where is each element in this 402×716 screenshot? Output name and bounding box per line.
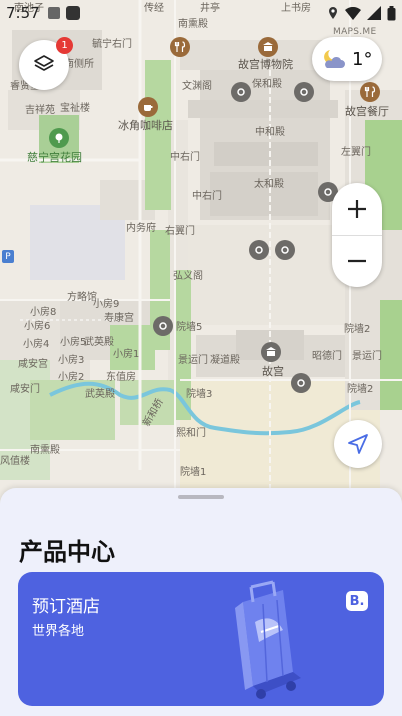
cafe-icon[interactable] — [138, 97, 158, 117]
map-label: 右翼门 — [165, 226, 195, 237]
museum-icon[interactable] — [261, 342, 281, 362]
map-label: 风值楼 — [0, 456, 30, 467]
moon-cloud-icon — [324, 50, 345, 68]
map-label: 慈宁宫花园 — [27, 151, 82, 164]
battery-icon — [387, 5, 396, 20]
map-label: 左翼门 — [341, 147, 371, 158]
map-label: 凝道殿 — [210, 355, 240, 366]
map-label: 小房5 — [60, 337, 87, 348]
map-label: 武英殿 — [84, 337, 114, 348]
place-marker-icon[interactable] — [294, 82, 314, 102]
map-attribution: MAPS.ME — [333, 27, 377, 37]
map-label: 小房3 — [58, 355, 85, 366]
map-label: 寿康宫 — [104, 313, 134, 324]
layers-button[interactable]: 1 — [19, 37, 73, 90]
status-bar: 7:57 — [0, 0, 402, 26]
map-label: 小房1 — [113, 349, 140, 360]
map-label: 冰角咖啡店 — [118, 119, 173, 132]
map-label: 太和殿 — [254, 179, 284, 190]
map-label: 小房6 — [24, 321, 51, 332]
layers-badge: 1 — [56, 37, 73, 54]
map-label: 故宫餐厅 — [345, 105, 389, 118]
map-label: 景运门 — [178, 355, 208, 366]
booking-logo-icon: B. — [346, 591, 368, 611]
map-label: 内务府 — [126, 223, 156, 234]
map-label: 中右门 — [192, 191, 222, 202]
navigation-arrow-icon — [348, 434, 368, 454]
signal-icon — [367, 6, 381, 20]
location-icon — [329, 7, 337, 19]
map-label: 保和殿 — [252, 79, 282, 90]
map-label: 院墙5 — [176, 322, 203, 333]
map-label: 吉祥苑 — [25, 105, 55, 116]
restaurant-icon[interactable] — [360, 82, 380, 102]
place-marker-icon[interactable] — [153, 316, 173, 336]
status-time: 7:57 — [6, 4, 40, 22]
restaurant-icon[interactable] — [170, 37, 190, 57]
plus-icon — [348, 200, 366, 218]
place-marker-icon[interactable] — [291, 373, 311, 393]
weather-widget[interactable]: 1° — [312, 37, 382, 81]
zoom-divider — [332, 235, 382, 236]
card-title: 预订酒店 — [32, 597, 100, 617]
my-location-button[interactable] — [334, 420, 382, 468]
zoom-out-button[interactable] — [332, 235, 382, 287]
map-label: 小房2 — [58, 372, 85, 383]
map-label: 咸安宫 — [18, 359, 48, 370]
map-label: 故宫 — [262, 365, 284, 378]
map-label: 院墙2 — [344, 324, 371, 335]
bottom-sheet: 产品中心 预订酒店 世界各地 B. — [0, 488, 402, 716]
card-subtitle: 世界各地 — [32, 624, 85, 639]
app-notification-icon — [65, 6, 80, 20]
minus-icon — [348, 259, 366, 263]
place-marker-icon[interactable] — [231, 82, 251, 102]
zoom-in-button[interactable] — [332, 183, 382, 235]
sheet-drag-handle[interactable] — [178, 495, 224, 499]
map-label: 毓宁右门 — [92, 39, 132, 50]
wifi-icon — [345, 6, 361, 20]
map-label: 南熏殿 — [30, 445, 60, 456]
map-label: 宝祉楼 — [60, 103, 90, 114]
map-label: 院墙3 — [186, 389, 213, 400]
museum-icon[interactable] — [258, 37, 278, 57]
sheet-title: 产品中心 — [19, 538, 115, 566]
map-label: 弘义阁 — [173, 271, 203, 282]
map-label: 院墙1 — [180, 467, 207, 478]
notification-icon — [47, 7, 60, 19]
map-label: 武英殿 — [85, 389, 115, 400]
map-label: 小房4 — [23, 339, 50, 350]
place-marker-icon[interactable] — [249, 240, 269, 260]
map-label: 昭德门 — [312, 351, 342, 362]
map-label: 中右门 — [170, 152, 200, 163]
map-label: 文渊阁 — [182, 81, 212, 92]
parking-icon[interactable]: P — [2, 250, 14, 263]
map-label: 故宫博物院 — [238, 58, 293, 71]
map-label: 小房8 — [30, 307, 57, 318]
place-marker-icon[interactable] — [275, 240, 295, 260]
weather-temperature: 1° — [352, 48, 373, 70]
garden-icon[interactable] — [49, 128, 69, 148]
map-label: 咸安门 — [10, 384, 40, 395]
zoom-control — [332, 183, 382, 287]
map-label: 熙和门 — [176, 428, 206, 439]
map-label: 小房9 — [93, 299, 120, 310]
map-label: 院墙2 — [347, 384, 374, 395]
map-label: 景运门 — [352, 351, 382, 362]
hotel-booking-card[interactable]: 预订酒店 世界各地 B. — [18, 572, 384, 706]
map-label: 中和殿 — [255, 127, 285, 138]
layers-icon — [34, 55, 54, 71]
map-label: 东值房 — [106, 372, 136, 383]
